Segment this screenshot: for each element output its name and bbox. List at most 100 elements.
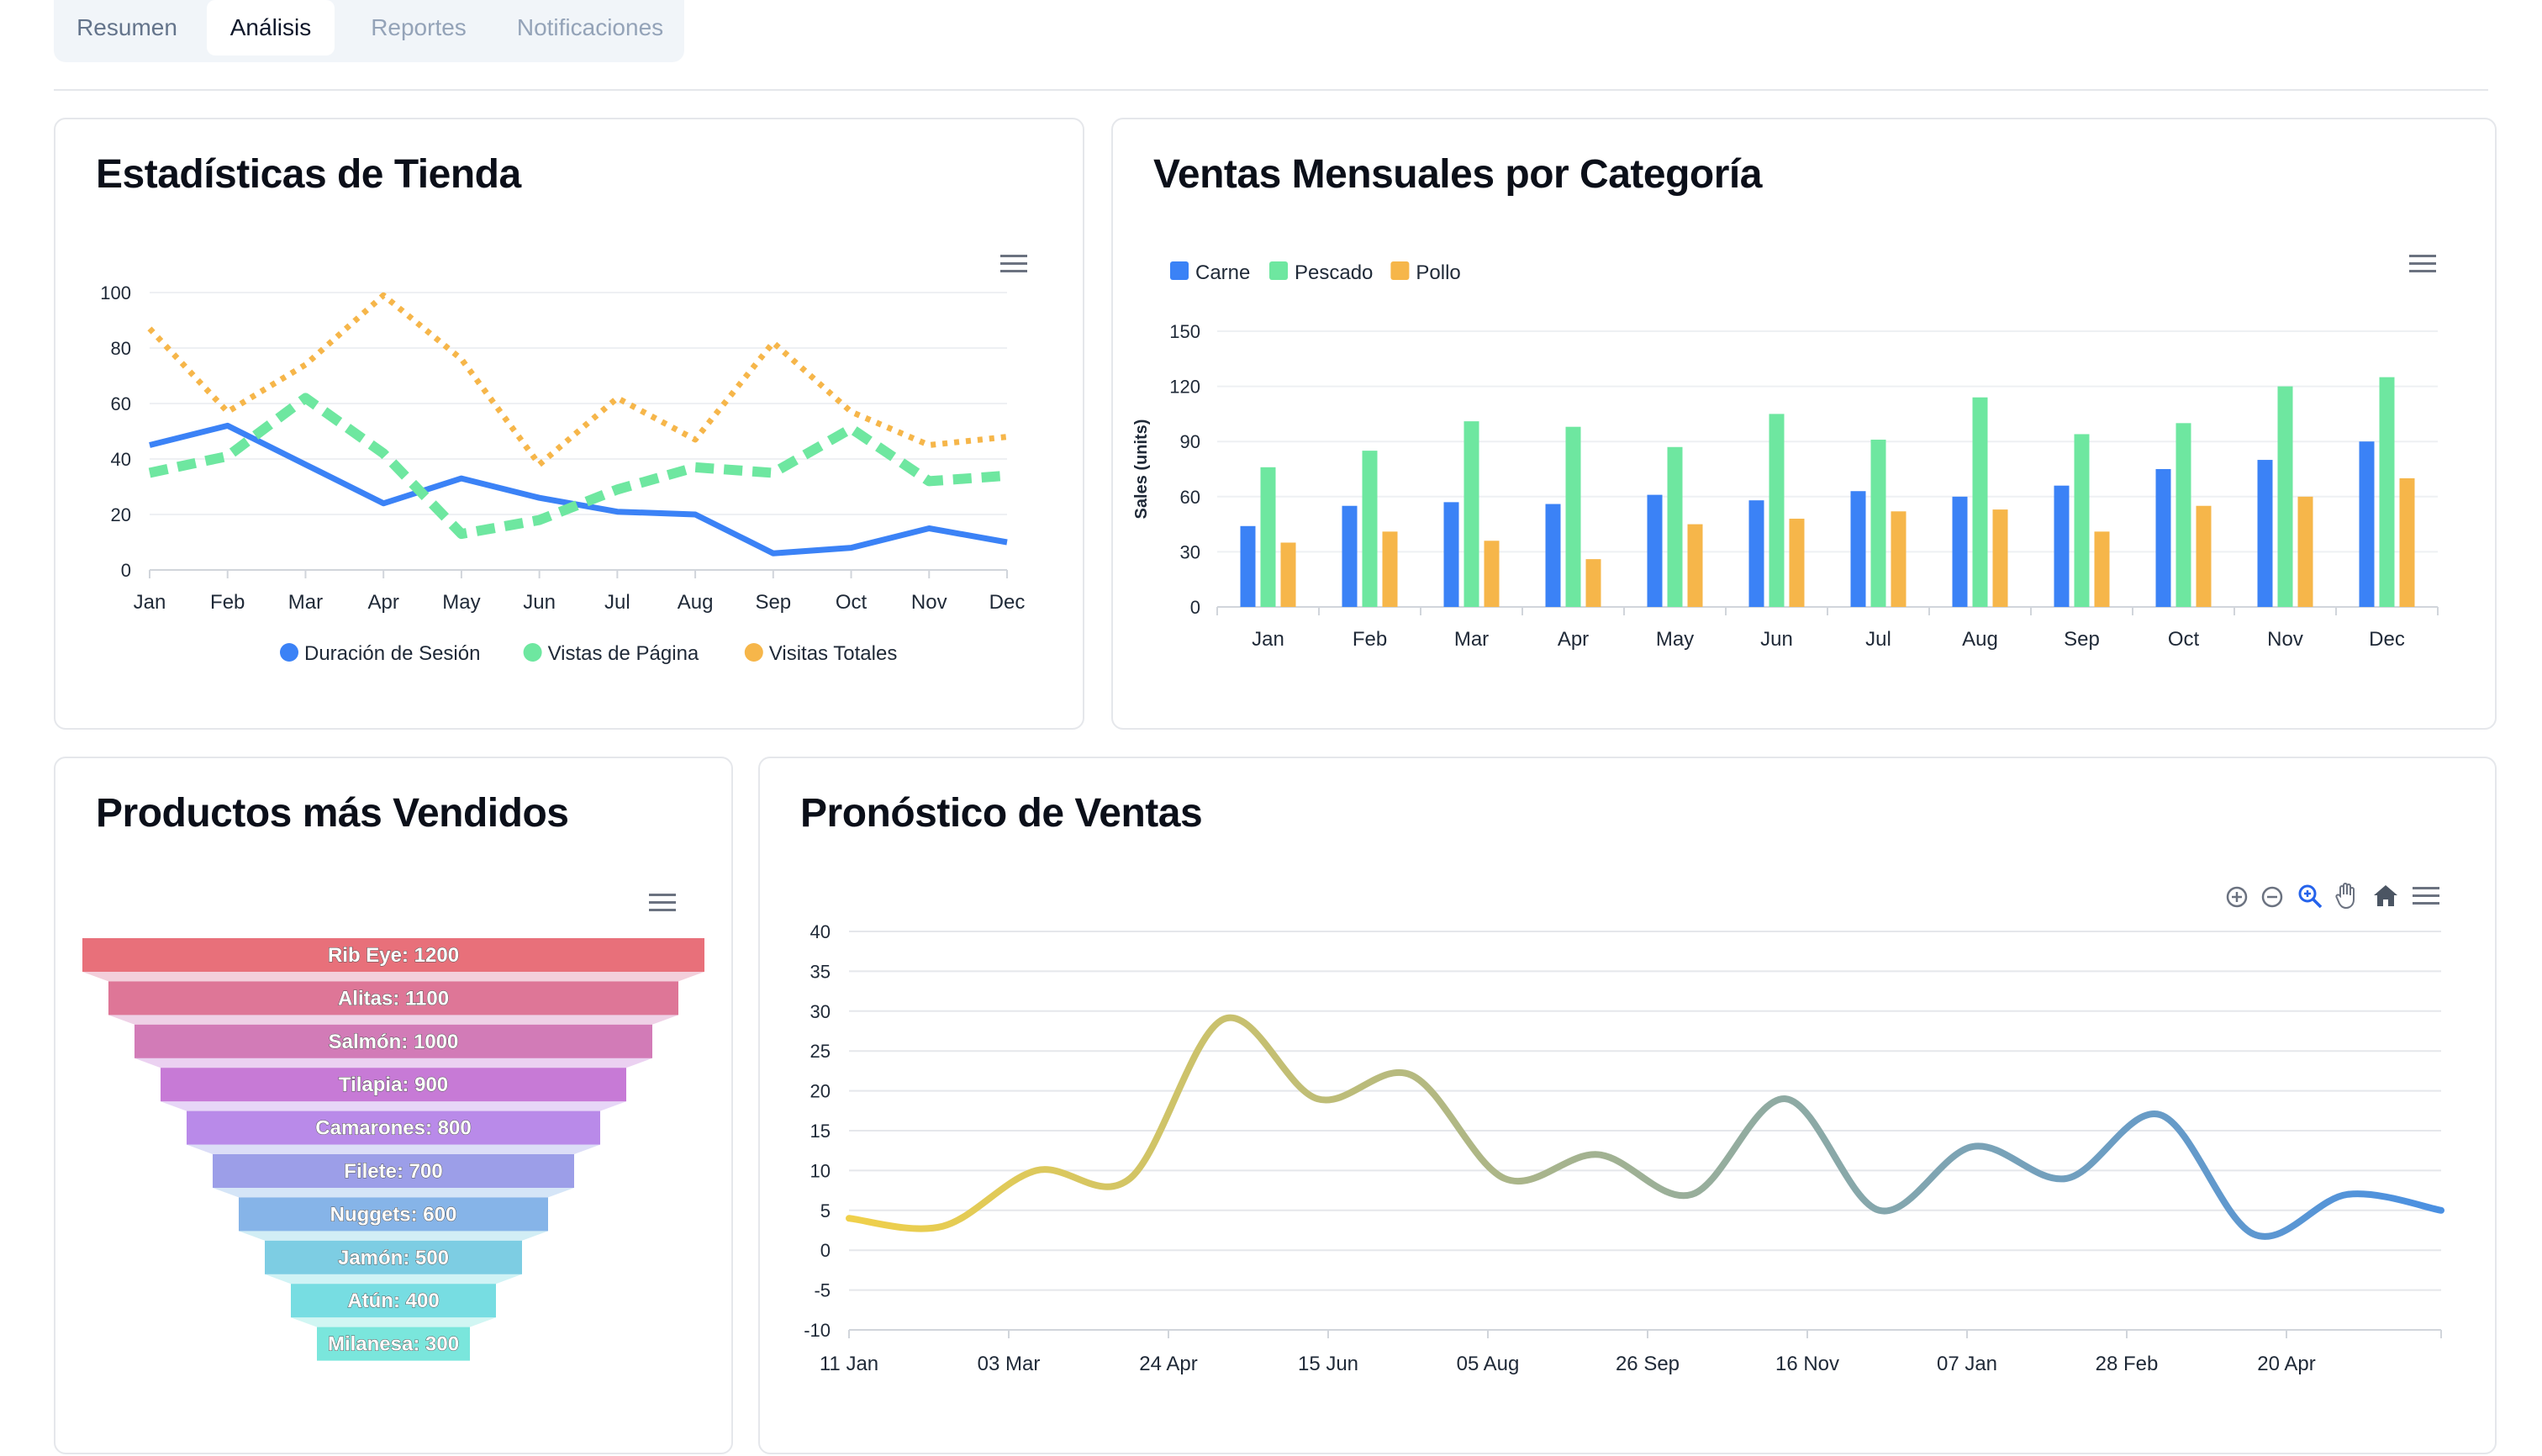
x-tick-label: 16 Nov	[1775, 1353, 1839, 1375]
legend-label: Vistas de Página	[548, 642, 699, 665]
monthly-sales-card: Ventas Mensuales por Categoría 0 30 60 90 12…	[1111, 118, 2497, 730]
x-tick-label: Sep	[755, 591, 791, 614]
y-axis-label: Sales (units)	[1132, 419, 1151, 520]
funnel-connector	[265, 1274, 522, 1285]
x-tick-label: Jul	[1865, 628, 1891, 651]
x-tick-label: Aug	[1962, 628, 1998, 651]
funnel-label: Atún: 400	[347, 1290, 439, 1312]
legend-label: Visitas Totales	[769, 642, 898, 665]
bar	[1545, 504, 1561, 607]
funnel-label: Camarones: 800	[315, 1117, 471, 1140]
bar	[1850, 491, 1866, 607]
bar	[1667, 446, 1683, 607]
series-line	[148, 393, 1008, 540]
x-tick-label: 05 Aug	[1457, 1353, 1520, 1375]
bar	[1443, 502, 1459, 607]
x-tick-label: Aug	[678, 591, 714, 614]
bar	[1748, 500, 1764, 607]
bar	[1769, 414, 1785, 607]
y-tick-label: -5	[814, 1280, 831, 1301]
funnel-connector	[239, 1231, 548, 1241]
x-tick-label: Jun	[523, 591, 556, 614]
y-tick-label: 40	[810, 921, 831, 942]
tab-analisis[interactable]: Análisis	[207, 0, 335, 55]
x-tick-label: Oct	[836, 591, 868, 614]
x-tick-label: May	[442, 591, 480, 614]
bar	[1362, 451, 1378, 607]
bar	[1992, 509, 2008, 607]
monthly-sales-chart: 0 30 60 90 120 150 Sales (units) Jan Feb Mar Apr Ma…	[1132, 261, 2439, 651]
x-tick-label: Feb	[1353, 628, 1387, 651]
x-tick-label: Mar	[1454, 628, 1489, 651]
bar	[1280, 542, 1296, 607]
x-tick-label: Apr	[368, 591, 399, 614]
funnel-label: Jamón: 500	[338, 1247, 449, 1269]
y-tick-label: 40	[111, 449, 131, 470]
tab-resumen[interactable]: Resumen	[64, 0, 190, 55]
bar	[2074, 434, 2090, 607]
legend-marker	[523, 643, 542, 662]
bar	[1972, 397, 1988, 607]
x-tick-label: Jul	[604, 591, 630, 614]
bar	[1891, 511, 1906, 607]
tab-reportes[interactable]: Reportes	[345, 0, 493, 55]
bar	[2094, 531, 2110, 607]
bar	[1585, 559, 1601, 607]
bar	[1687, 524, 1703, 607]
bar	[1463, 421, 1479, 607]
y-tick-label: 60	[111, 393, 131, 414]
bar	[1342, 505, 1358, 607]
legend-marker	[1170, 261, 1189, 280]
y-tick-label: 60	[1180, 487, 1200, 508]
funnel-label: Nuggets: 600	[330, 1203, 457, 1226]
x-tick-label: Mar	[288, 591, 323, 614]
x-tick-label: 11 Jan	[820, 1353, 878, 1375]
legend-marker	[1269, 261, 1288, 280]
top-products-card: Productos más Vendidos Rib Eye: 1200 Alit…	[54, 757, 733, 1454]
y-tick-label: -10	[804, 1320, 831, 1341]
x-tick-label: 24 Apr	[1139, 1353, 1197, 1375]
funnel-connector	[161, 1101, 626, 1111]
y-tick-label: 0	[121, 560, 131, 581]
bar	[2399, 477, 2415, 607]
legend-label: Carne	[1195, 261, 1250, 284]
store-stats-card: Estadísticas de Tienda 0 20 40 60 80 100 Jan Fe…	[54, 118, 1084, 730]
bar	[1565, 426, 1581, 607]
y-tick-label: 30	[1180, 541, 1200, 562]
funnel-connector	[134, 1058, 652, 1068]
legend-label: Pescado	[1295, 261, 1373, 284]
funnel-label: Milanesa: 300	[328, 1333, 459, 1356]
funnel-connector	[82, 972, 704, 982]
bar	[1260, 467, 1276, 607]
funnel-connector	[291, 1317, 496, 1327]
tab-bar: Resumen Análisis Reportes Notificaciones	[54, 0, 684, 62]
bar	[2054, 485, 2070, 607]
x-tick-label: Feb	[210, 591, 245, 614]
funnel-label: Rib Eye: 1200	[328, 944, 459, 967]
bar	[2257, 460, 2273, 607]
x-tick-label: Jan	[1252, 628, 1284, 651]
y-tick-label: 20	[111, 504, 131, 525]
x-tick-label: May	[1656, 628, 1694, 651]
top-products-chart: Rib Eye: 1200 Alitas: 1100 Salmón: 1000 Til…	[82, 938, 704, 1361]
y-tick-label: 20	[810, 1081, 831, 1102]
y-tick-label: 5	[820, 1200, 831, 1221]
bar	[1789, 519, 1805, 607]
y-tick-label: 35	[810, 961, 831, 982]
y-tick-label: 0	[1190, 597, 1200, 618]
tab-notificaciones[interactable]: Notificaciones	[503, 0, 678, 55]
legend-marker	[1390, 261, 1410, 280]
legend-marker	[280, 643, 298, 662]
bar	[2196, 505, 2212, 607]
funnel-label: Tilapia: 900	[339, 1074, 448, 1096]
funnel-connector	[108, 1015, 678, 1025]
y-tick-label: 100	[100, 282, 131, 303]
funnel-connector	[187, 1144, 600, 1154]
y-tick-label: 120	[1169, 377, 1200, 398]
x-tick-label: Nov	[2267, 628, 2303, 651]
bar	[1484, 541, 1500, 607]
legend-label: Duración de Sesión	[304, 642, 480, 665]
bar	[2297, 496, 2313, 607]
x-tick-label: 03 Mar	[978, 1353, 1041, 1375]
bar	[1240, 525, 1256, 607]
